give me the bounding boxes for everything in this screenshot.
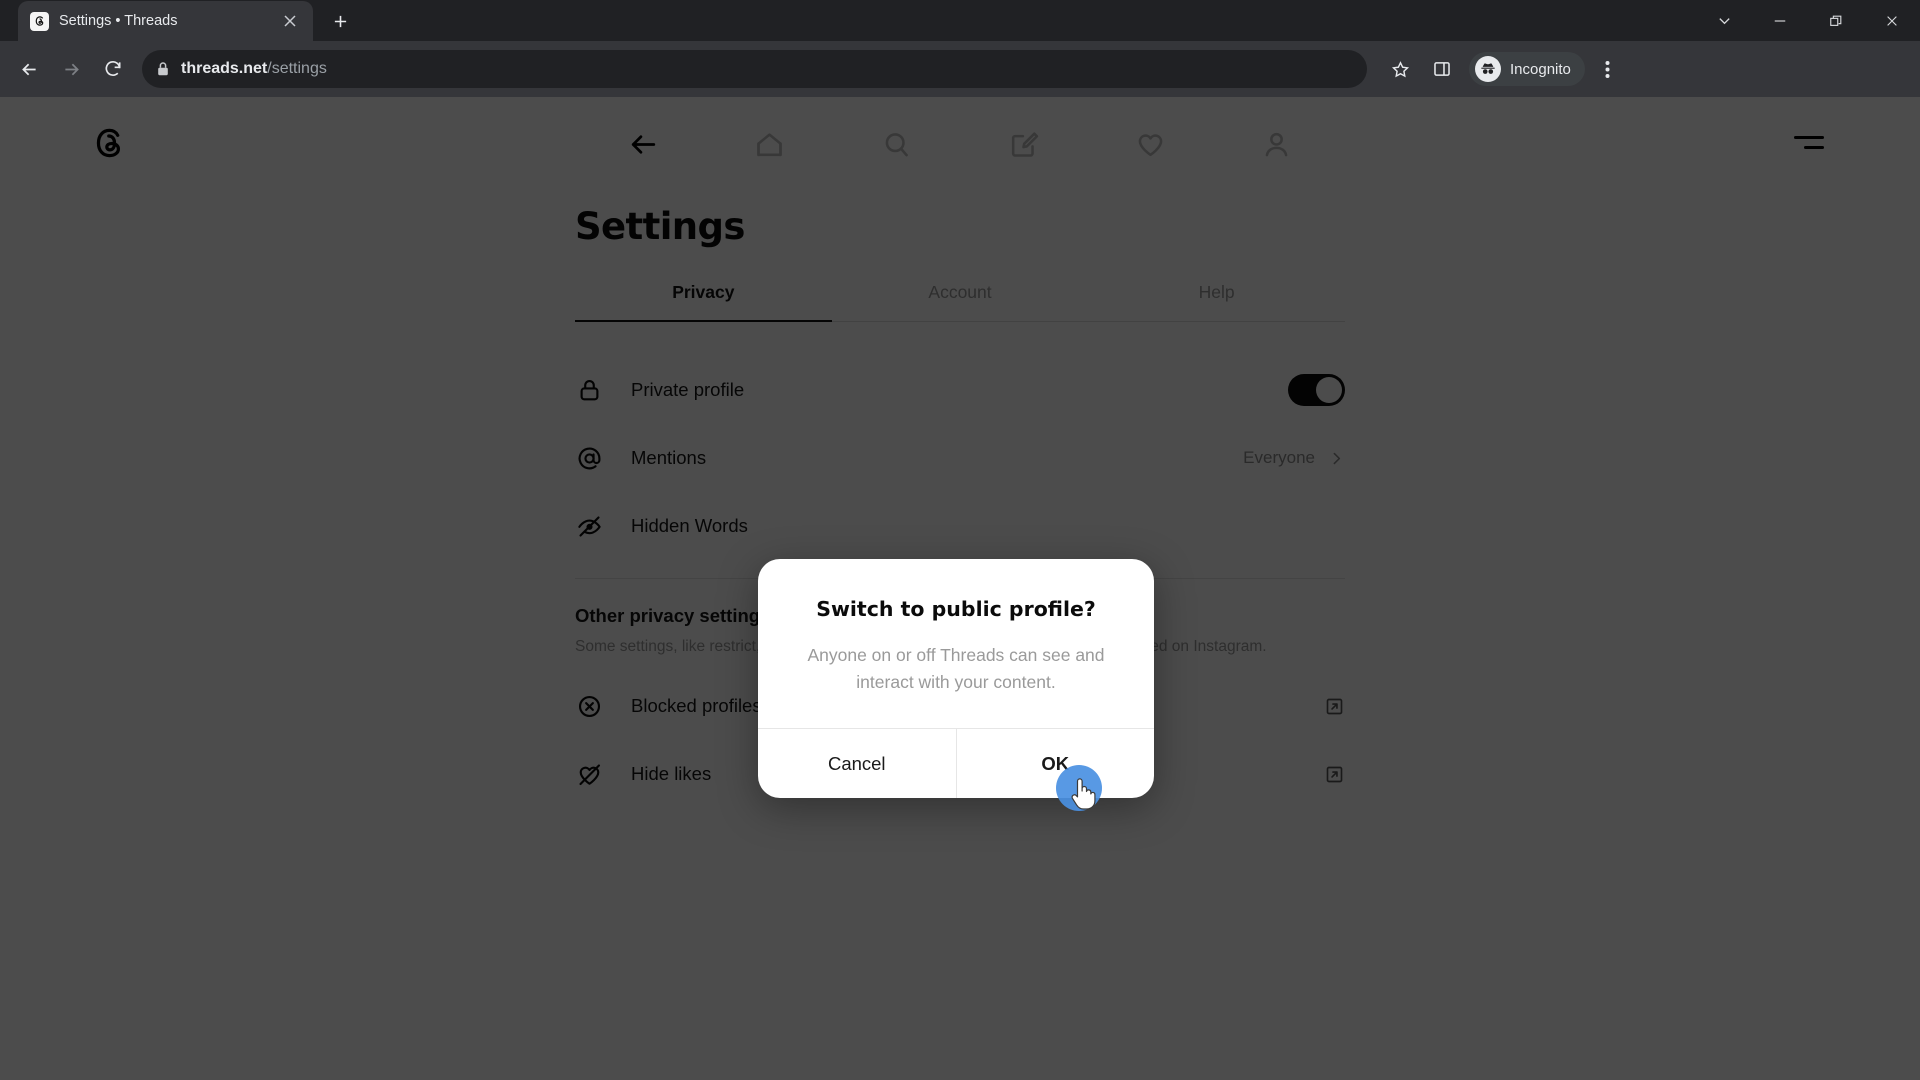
browser-tab[interactable]: Settings • Threads	[18, 1, 313, 41]
url-path: /settings	[267, 60, 327, 77]
dialog-title: Switch to public profile?	[816, 597, 1096, 621]
dialog-message: Anyone on or off Threads can see and int…	[807, 645, 1105, 692]
browser-forward-button[interactable]	[52, 50, 90, 88]
address-bar-text: threads.net/settings	[181, 60, 327, 78]
lock-icon	[156, 61, 170, 77]
incognito-label: Incognito	[1510, 60, 1571, 78]
browser-reload-button[interactable]	[94, 50, 132, 88]
address-bar[interactable]: threads.net/settings	[142, 50, 1367, 88]
mouse-cursor-pointer-icon	[1068, 775, 1098, 813]
restore-button[interactable]	[1808, 0, 1864, 41]
confirm-dialog: Switch to public profile? Anyone on or o…	[758, 559, 1155, 799]
new-tab-button[interactable]	[323, 4, 357, 38]
three-dot-menu-icon[interactable]	[1589, 50, 1627, 88]
minimize-button[interactable]	[1752, 0, 1808, 41]
page-viewport: Settings Privacy Account Help Private pr…	[0, 97, 1920, 1080]
browser-toolbar: threads.net/settings Incognito	[0, 41, 1920, 97]
url-host: threads.net	[181, 60, 268, 77]
tab-title: Settings • Threads	[59, 13, 178, 29]
incognito-avatar-icon	[1475, 56, 1501, 82]
threads-favicon-icon	[30, 11, 49, 31]
close-window-button[interactable]	[1864, 0, 1920, 41]
browser-back-button[interactable]	[10, 50, 48, 88]
browser-window: Settings • Threads threads.net/settings …	[0, 0, 1920, 1080]
chevron-down-button[interactable]	[1696, 0, 1752, 41]
dialog-body: Switch to public profile? Anyone on or o…	[758, 559, 1154, 728]
tab-close-icon[interactable]	[279, 10, 301, 32]
dialog-ok-button[interactable]: OK	[955, 729, 1155, 799]
side-panel-icon[interactable]	[1423, 50, 1461, 88]
incognito-profile-button[interactable]: Incognito	[1469, 52, 1585, 86]
bookmark-star-icon[interactable]	[1381, 50, 1419, 88]
tab-strip: Settings • Threads	[0, 0, 1920, 41]
dialog-cancel-button[interactable]: Cancel	[758, 729, 956, 798]
window-controls	[1696, 0, 1920, 41]
